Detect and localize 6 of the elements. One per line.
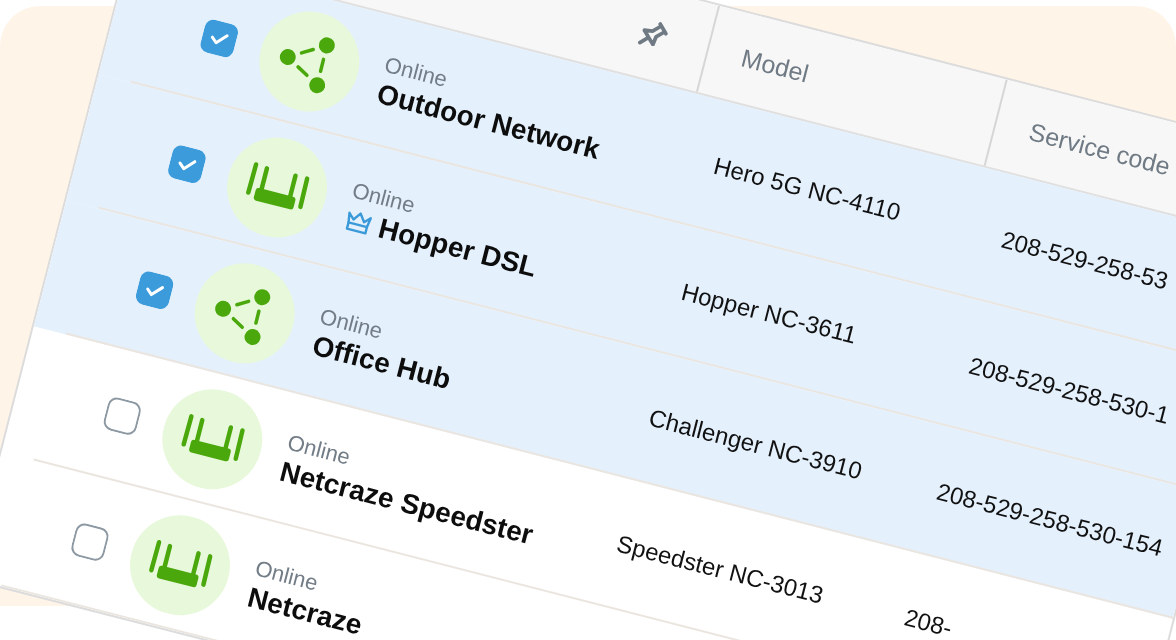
column-header: Model bbox=[738, 42, 812, 88]
model-name: Hero 5G NC-4110 bbox=[710, 151, 904, 226]
model-name: Hopper NC-3611 bbox=[678, 277, 860, 349]
column-header: Service code bbox=[1026, 116, 1174, 181]
pin-icon[interactable] bbox=[637, 21, 668, 47]
service-code: 208- bbox=[901, 603, 955, 640]
